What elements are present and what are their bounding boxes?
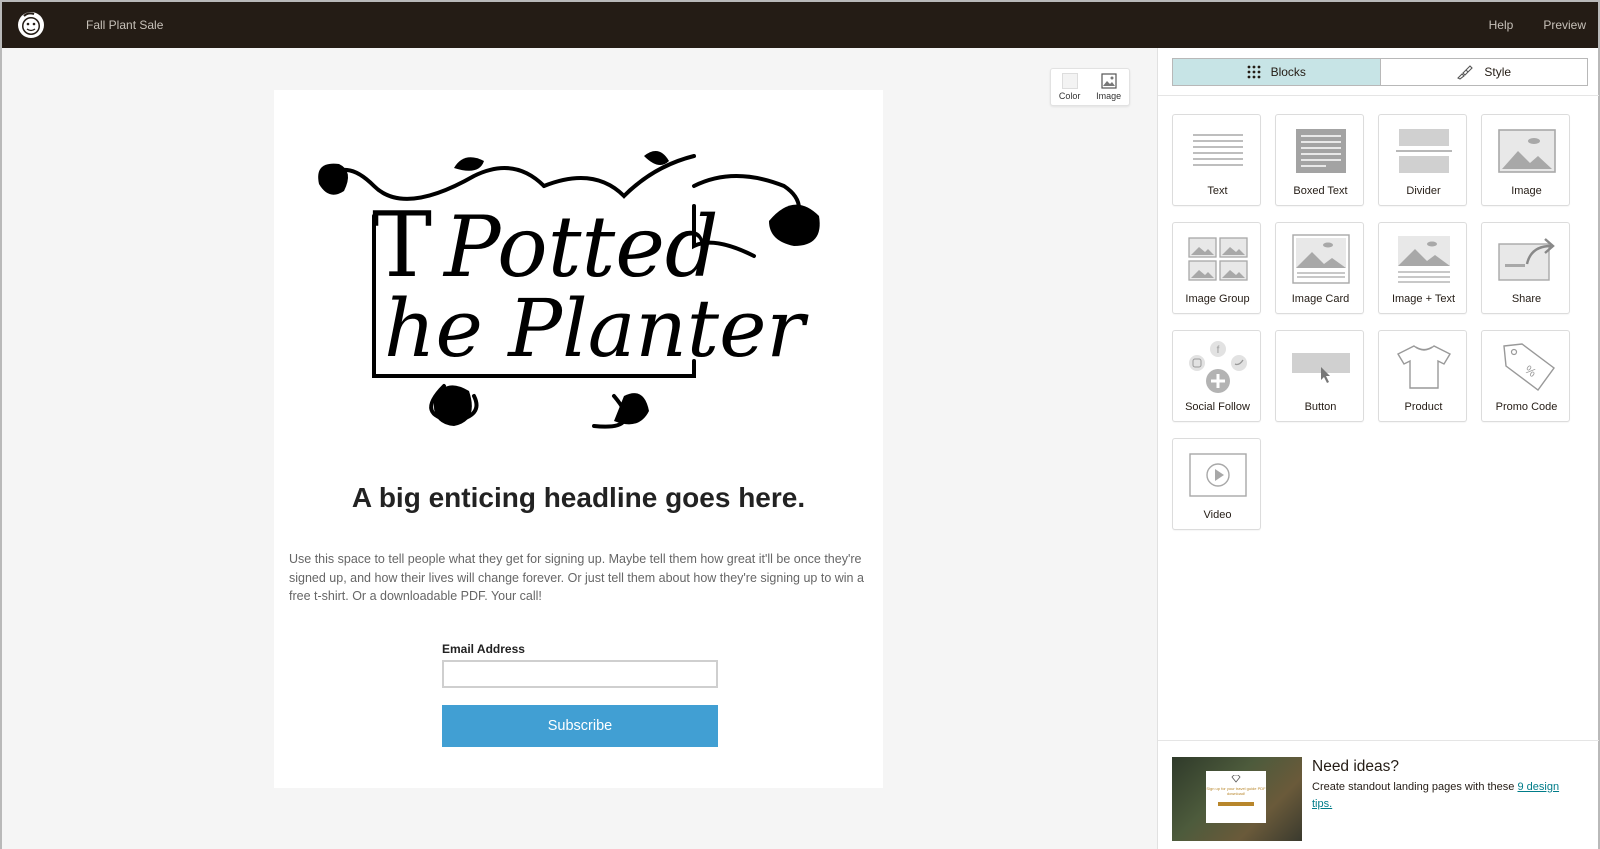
svg-text:T: T xyxy=(372,193,432,298)
paintbrush-icon xyxy=(1457,65,1474,80)
ideas-text-body: Create standout landing pages with these xyxy=(1312,781,1518,793)
image-text-icon xyxy=(1397,236,1450,283)
block-divider[interactable]: Divider xyxy=(1378,114,1467,206)
tshirt-icon xyxy=(1396,345,1451,389)
content-blocks-grid: Text Boxed Text Divider Image Image Grou… xyxy=(1172,114,1584,530)
block-button[interactable]: Button xyxy=(1275,330,1364,422)
subscribe-button[interactable]: Subscribe xyxy=(442,705,718,747)
page-headline[interactable]: A big enticing headline goes here. xyxy=(274,482,883,514)
tab-style-label: Style xyxy=(1484,65,1512,79)
block-label: Image + Text xyxy=(1391,293,1456,305)
block-text[interactable]: Text xyxy=(1172,114,1261,206)
block-product[interactable]: Product xyxy=(1378,330,1467,422)
image-group-icon xyxy=(1187,237,1248,281)
ideas-thumbnail-card: Sign up for your travel guide PDF downlo… xyxy=(1206,771,1266,823)
block-image[interactable]: Image xyxy=(1481,114,1570,206)
mailchimp-logo-icon[interactable] xyxy=(16,10,46,40)
button-icon xyxy=(1291,353,1350,383)
background-image-button[interactable]: Image xyxy=(1096,73,1121,101)
block-share[interactable]: Share xyxy=(1481,222,1570,314)
block-label: Social Follow xyxy=(1185,401,1250,413)
top-actions: Help Preview xyxy=(1489,18,1586,32)
image-label: Image xyxy=(1096,91,1122,101)
image-card-icon xyxy=(1291,234,1350,284)
tab-blocks[interactable]: Blocks xyxy=(1173,59,1381,85)
block-label: Button xyxy=(1304,401,1337,413)
preview-link[interactable]: Preview xyxy=(1543,18,1586,32)
editor-canvas: Color Image Potted he Planter T A big en… xyxy=(2,48,1157,849)
help-link[interactable]: Help xyxy=(1489,18,1514,32)
tag-icon: % xyxy=(1502,343,1555,391)
content-panel: Blocks Style Text Boxed Text Divider Ima… xyxy=(1157,48,1599,849)
block-image-text[interactable]: Image + Text xyxy=(1378,222,1467,314)
block-label: Share xyxy=(1511,293,1542,305)
image-icon xyxy=(1497,129,1556,173)
block-image-group[interactable]: Image Group xyxy=(1172,222,1261,314)
email-field[interactable] xyxy=(442,660,718,688)
block-promo-code[interactable]: % Promo Code xyxy=(1481,330,1570,422)
block-label: Video xyxy=(1203,509,1232,521)
ideas-title: Need ideas? xyxy=(1312,758,1400,775)
block-video[interactable]: Video xyxy=(1172,438,1261,530)
ideas-thumbnail-button xyxy=(1218,802,1254,806)
text-lines-icon xyxy=(1192,134,1243,166)
block-image-card[interactable]: Image Card xyxy=(1275,222,1364,314)
top-bar: Fall Plant Sale Help Preview xyxy=(2,2,1598,48)
ideas-text: Create standout landing pages with these… xyxy=(1312,779,1582,813)
block-label: Text xyxy=(1207,185,1228,197)
block-social-follow[interactable]: f Social Follow xyxy=(1172,330,1261,422)
tab-style[interactable]: Style xyxy=(1380,59,1587,85)
block-label: Image Card xyxy=(1291,293,1350,305)
ideas-divider xyxy=(1158,740,1599,741)
color-label: Color xyxy=(1058,91,1081,101)
background-color-button[interactable]: Color xyxy=(1058,73,1081,101)
background-tools: Color Image xyxy=(1050,68,1130,106)
campaign-name[interactable]: Fall Plant Sale xyxy=(86,18,163,32)
ideas-thumbnail-caption: Sign up for your travel guide PDF downlo… xyxy=(1206,786,1266,796)
tab-blocks-label: Blocks xyxy=(1270,65,1306,79)
panel-tabs: Blocks Style xyxy=(1172,58,1588,86)
svg-text:he Planter: he Planter xyxy=(384,282,809,375)
email-label: Email Address xyxy=(442,642,525,656)
panel-divider xyxy=(1158,95,1599,96)
block-label: Image Group xyxy=(1185,293,1250,305)
block-label: Product xyxy=(1404,401,1443,413)
social-follow-icon: f xyxy=(1188,341,1247,393)
block-boxed-text[interactable]: Boxed Text xyxy=(1275,114,1364,206)
grid-icon xyxy=(1247,65,1260,79)
block-label: Promo Code xyxy=(1495,401,1558,413)
ideas-thumbnail[interactable]: Sign up for your travel guide PDF downlo… xyxy=(1172,757,1302,841)
share-icon xyxy=(1497,238,1555,281)
svg-text:f: f xyxy=(1216,345,1219,356)
divider-icon xyxy=(1395,129,1452,173)
landing-page-preview: Potted he Planter T A big enticing headl… xyxy=(274,90,883,788)
brand-logo-image[interactable]: Potted he Planter T xyxy=(314,146,844,436)
video-icon xyxy=(1188,453,1247,497)
block-label: Divider xyxy=(1406,185,1441,197)
image-icon xyxy=(1101,73,1117,89)
block-label: Boxed Text xyxy=(1293,185,1348,197)
color-swatch-icon xyxy=(1061,73,1078,89)
block-label: Image xyxy=(1511,185,1542,197)
boxed-text-icon xyxy=(1295,129,1346,173)
page-body-text[interactable]: Use this space to tell people what they … xyxy=(289,550,874,606)
diamond-logo-icon xyxy=(1231,775,1241,783)
